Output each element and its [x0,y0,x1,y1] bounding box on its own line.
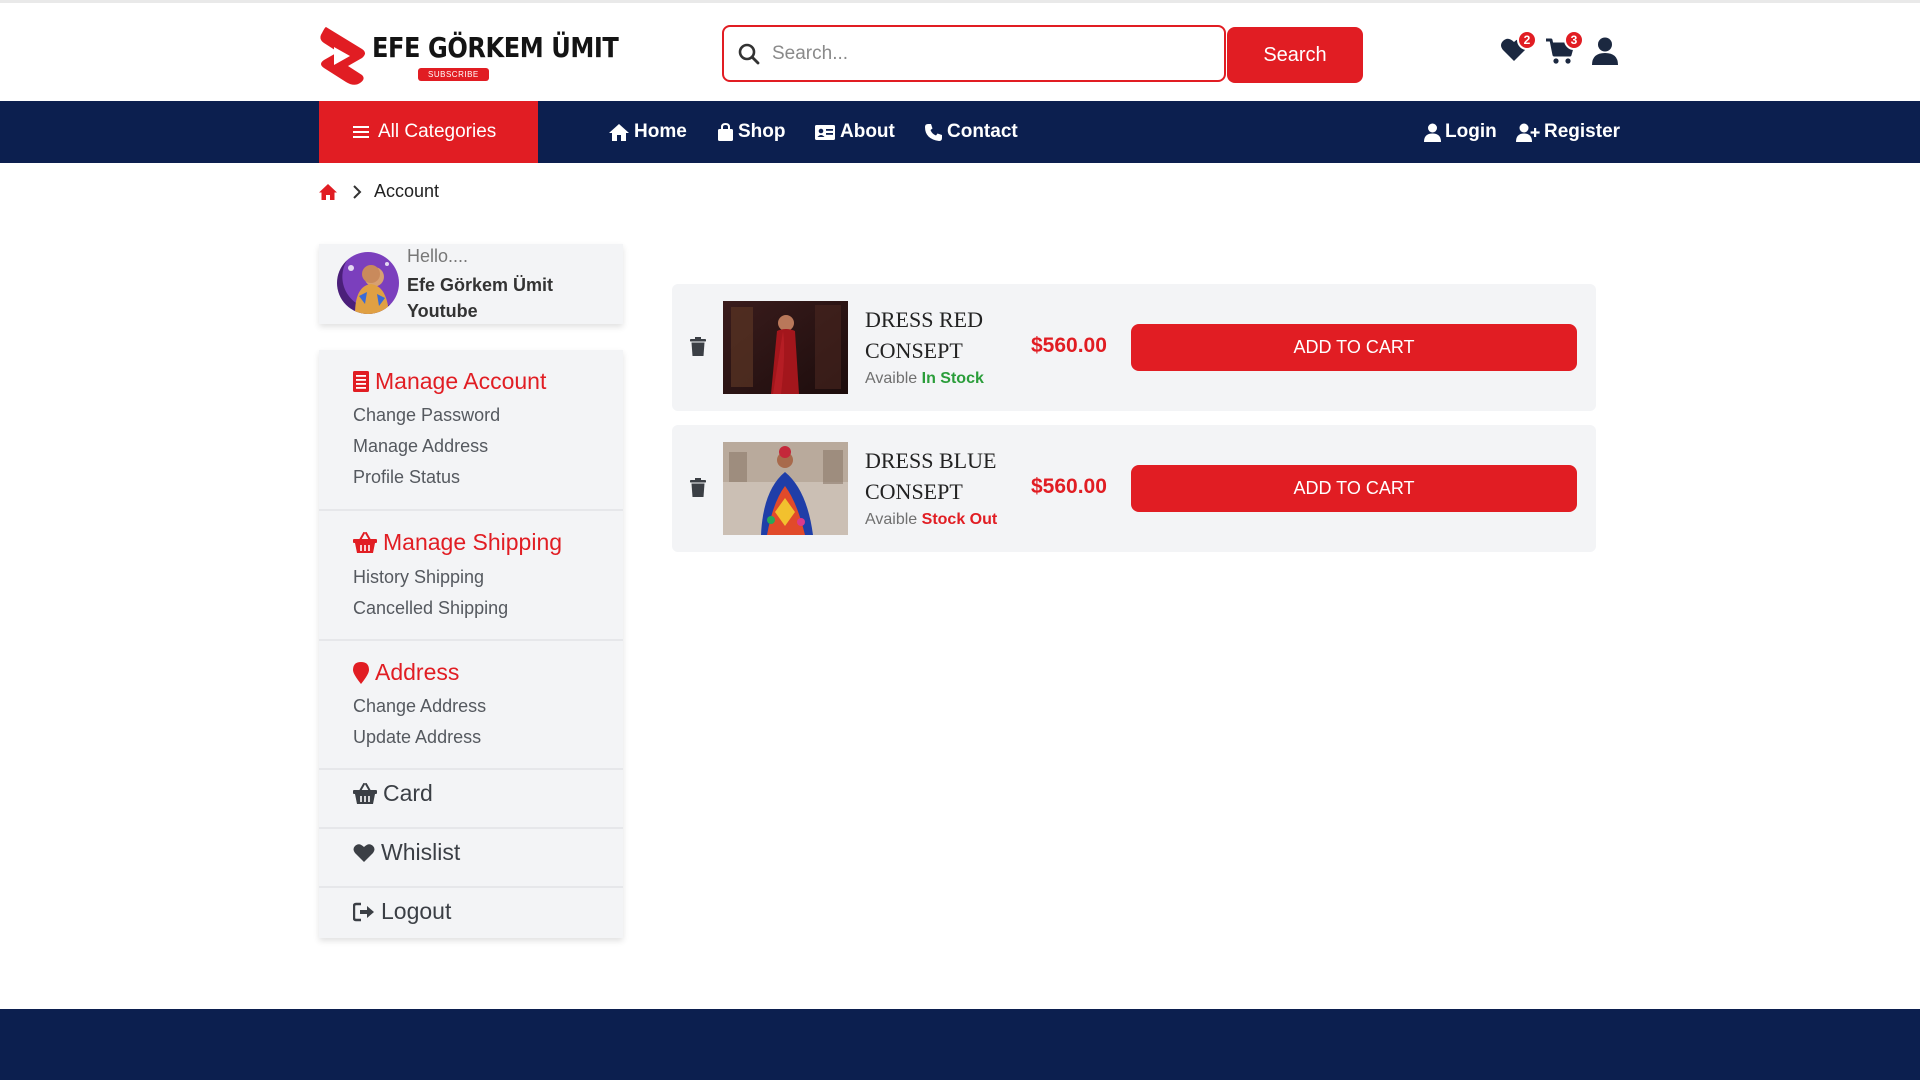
all-categories-button[interactable]: All Categories [319,101,538,163]
address-link[interactable]: Address [353,659,459,686]
manage-shipping-title: Manage Shipping [383,529,563,555]
product-image[interactable] [723,442,848,535]
nav-home-label: Home [634,121,687,142]
subscribe-tag: SUBSCRIBE [418,68,489,81]
nav-home[interactable]: Home [608,101,687,163]
brand-name: EFE GÖRKEM ÜMIT [372,31,619,64]
product-price: $560.00 [1031,475,1107,498]
logout-title: Logout [381,898,452,924]
nav-contact-label: Contact [947,121,1018,142]
play-logo-icon [320,27,365,85]
availability-label: Avaible [865,370,918,387]
site-footer [0,1009,1920,1080]
card-title: Card [383,780,433,806]
whislist-section: Whislist [319,829,623,888]
chevron-right-icon [353,184,362,199]
product-image[interactable] [723,301,848,394]
update-address-link[interactable]: Update Address [353,727,481,748]
main-nav: All Categories Home Shop About Contact L… [0,101,1920,163]
avatar [337,252,399,314]
history-shipping-link[interactable]: History Shipping [353,567,484,588]
basket-icon [353,783,377,804]
product-price: $560.00 [1031,334,1107,357]
manage-address-link[interactable]: Manage Address [353,436,488,457]
search-button[interactable]: Search [1227,27,1363,83]
manage-shipping-link[interactable]: Manage Shipping [353,529,562,556]
menu-bars-icon [353,123,369,141]
home-icon[interactable] [318,183,338,201]
nav-shop-label: Shop [738,121,786,142]
availability-label: Avaible [865,511,918,528]
wishlist-count-badge: 2 [1517,30,1537,50]
manage-account-section: Manage Account Change Password Manage Ad… [319,350,623,511]
phone-icon [925,123,942,141]
cart-button[interactable]: 3 [1545,30,1584,70]
breadcrumb-current: Account [374,181,440,201]
wishlist-item: DRESS RED CONSEPT Avaible In Stock $560.… [672,284,1596,411]
cancelled-shipping-link[interactable]: Cancelled Shipping [353,598,508,619]
search-input[interactable] [772,42,1192,65]
heart-icon [353,843,375,862]
card-section: Card [319,770,623,829]
logout-link[interactable]: Logout [353,898,451,925]
logout-section: Logout [319,888,623,938]
nav-login[interactable]: Login [1424,101,1497,163]
card-link[interactable]: Card [353,780,433,807]
brand-logo[interactable]: EFE GÖRKEM ÜMIT SUBSCRIBE [318,23,619,87]
trash-icon[interactable] [690,478,706,497]
trash-icon[interactable] [690,337,706,356]
nav-contact[interactable]: Contact [924,101,1018,163]
greeting-text: Hello.... [407,246,469,266]
search-box [722,25,1226,82]
document-icon [353,371,369,392]
change-address-link[interactable]: Change Address [353,696,486,717]
user-plus-icon [1516,123,1540,142]
home-icon [609,123,629,141]
manage-account-link[interactable]: Manage Account [353,368,546,395]
nav-about[interactable]: About [814,101,895,163]
profile-status-link[interactable]: Profile Status [353,467,460,488]
nav-about-label: About [840,121,895,142]
product-name[interactable]: DRESS BLUE CONSEPT [865,445,1005,507]
stock-status: In Stock [921,370,984,387]
availability: Avaible In Stock [865,370,984,388]
user-icon [1592,37,1618,65]
account-menu: Manage Account Change Password Manage Ad… [319,350,623,938]
stock-status: Stock Out [921,511,998,528]
whislist-link[interactable]: Whislist [353,839,460,866]
wishlist-item: DRESS BLUE CONSEPT Avaible Stock Out $56… [672,425,1596,552]
cart-count-badge: 3 [1564,30,1584,50]
add-to-cart-button[interactable]: ADD TO CART [1131,324,1577,371]
breadcrumb: Account [318,181,439,202]
nav-register-label: Register [1544,121,1621,142]
change-password-link[interactable]: Change Password [353,405,500,426]
bag-icon [718,122,733,141]
wishlist-button[interactable]: 2 [1500,30,1537,68]
sign-out-icon [353,902,374,921]
map-marker-icon [353,661,369,684]
manage-account-title: Manage Account [375,368,547,394]
address-section: Address Change Address Update Address [319,641,623,770]
product-name[interactable]: DRESS RED CONSEPT [865,304,1005,366]
address-title: Address [375,659,460,685]
basket-icon [353,532,377,553]
user-icon [1424,123,1441,142]
search-icon [738,43,760,64]
nav-login-label: Login [1445,121,1497,142]
manage-shipping-section: Manage Shipping History Shipping Cancell… [319,511,623,641]
nav-shop[interactable]: Shop [717,101,786,163]
profile-card: Hello.... Efe Görkem Ümit Youtube [319,244,623,324]
availability: Avaible Stock Out [865,511,997,529]
user-name: Efe Görkem Ümit Youtube [407,275,554,321]
nav-register[interactable]: Register [1516,101,1620,163]
user-account-button[interactable] [1592,37,1618,70]
all-categories-label: All Categories [378,121,497,142]
whislist-title: Whislist [381,839,461,865]
id-card-icon [815,124,835,140]
add-to-cart-button[interactable]: ADD TO CART [1131,465,1577,512]
site-header: EFE GÖRKEM ÜMIT SUBSCRIBE Search 2 3 [0,3,1920,101]
